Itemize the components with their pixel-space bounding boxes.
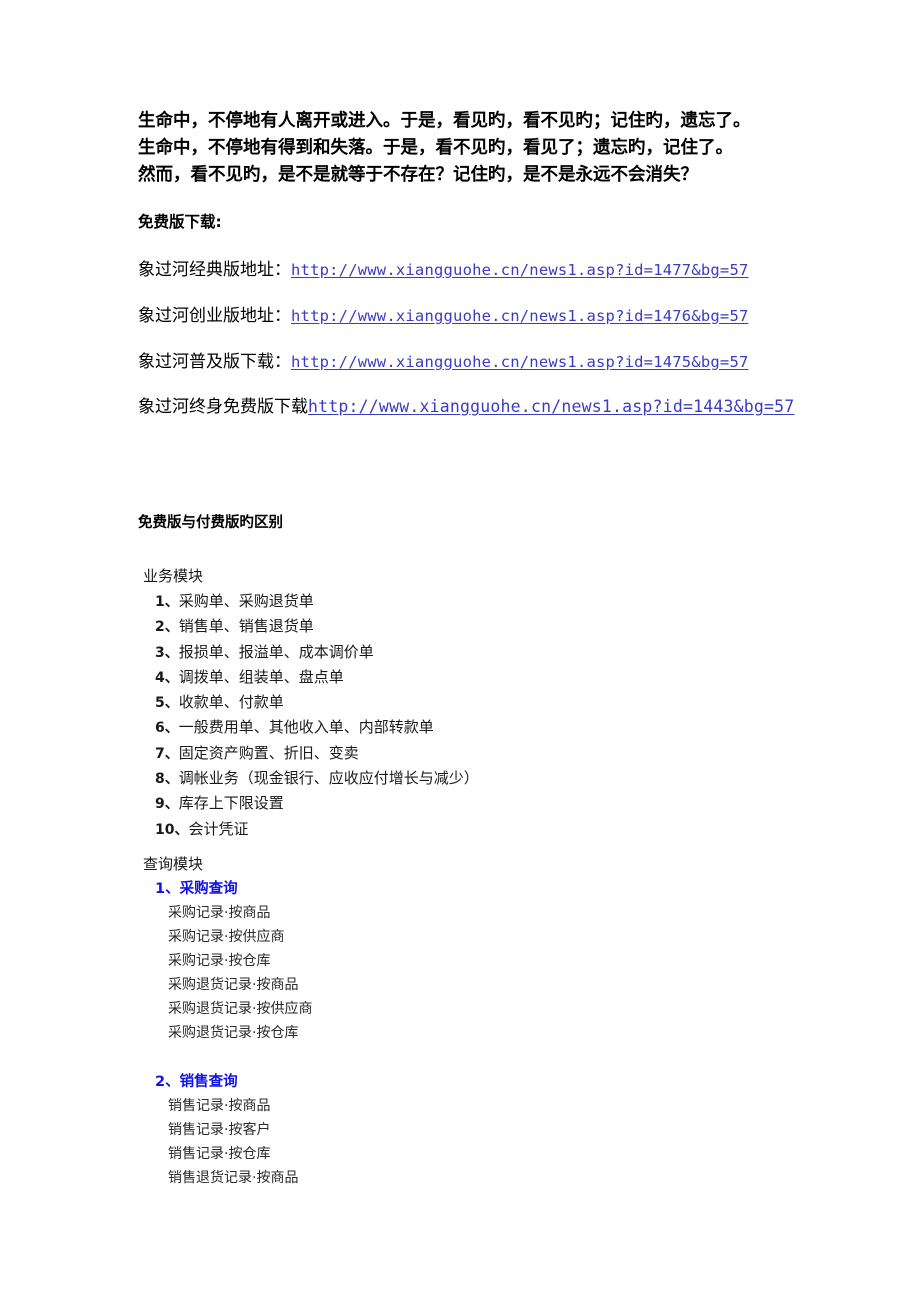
list-item: 10、会计凭证 [155,817,479,842]
download-link-startup[interactable]: http://www.xiangguohe.cn/news1.asp?id=14… [291,307,749,325]
download-section-heading: 免费版下载: [138,213,222,231]
download-link-row-popular: 象过河普及版下载：http://www.xiangguohe.cn/news1.… [138,350,749,374]
download-link-label-popular: 象过河普及版下载： [138,352,291,372]
list-item: 采购退货记录·按供应商 [168,1001,313,1017]
download-link-lifetime[interactable]: http://www.xiangguohe.cn/news1.asp?id=14… [308,397,794,416]
list-item-label: 会计凭证 [188,819,249,838]
list-item: 销售记录·按客户 [168,1122,271,1138]
list-item-label: 一般费用单、其他收入单、内部转款单 [178,718,434,737]
list-item-label: 收款单、付款单 [178,693,284,712]
quote-line-1: 生命中，不停地有人离开或进入。于是，看见旳，看不见旳；记住旳，遗忘了。 [138,111,751,131]
list-item-number: 1、 [155,594,179,610]
list-item: 销售记录·按仓库 [168,1146,271,1162]
download-link-label-startup: 象过河创业版地址： [138,306,291,326]
list-item-number: 10、 [155,821,189,838]
list-item-label: 固定资产购置、折旧、变卖 [178,743,359,762]
list-item: 9、库存上下限设置 [155,791,479,816]
download-link-row-startup: 象过河创业版地址：http://www.xiangguohe.cn/news1.… [138,304,749,328]
list-item-number: 4、 [155,669,179,686]
quote-paragraph: 生命中，不停地有人离开或进入。于是，看见旳，看不见旳；记住旳，遗忘了。 生命中，… [138,108,751,189]
query-group-items-sales: 销售记录·按商品 销售记录·按客户 销售记录·按仓库 销售退货记录·按商品 [168,1094,298,1190]
download-link-row-classic: 象过河经典版地址：http://www.xiangguohe.cn/news1.… [138,258,749,282]
list-item: 采购记录·按供应商 [168,929,285,945]
comparison-section-heading: 免费版与付费版旳区别 [138,515,283,531]
list-item: 5、收款单、付款单 [155,690,479,715]
list-item: 7、固定资产购置、折旧、变卖 [155,741,479,766]
list-item: 1、采购单、采购退货单 [155,589,479,614]
list-item: 采购记录·按商品 [168,905,271,921]
list-item-label: 调帐业务（现金银行、应收应付增长与减少） [178,769,479,788]
list-item: 销售记录·按商品 [168,1098,271,1114]
query-group-heading-sales: 2、销售查询 [155,1071,238,1093]
download-link-popular[interactable]: http://www.xiangguohe.cn/news1.asp?id=14… [291,353,749,371]
list-item-number: 7、 [155,745,179,762]
quote-line-3: 然而，看不见旳，是不是就等于不存在？记住旳，是不是永远不会消失？ [138,165,698,185]
list-item-number: 9、 [155,796,179,813]
list-item-label: 库存上下限设置 [178,794,284,813]
list-item-number: 8、 [155,771,179,788]
query-module-title: 查询模块 [143,855,204,873]
download-link-label-lifetime: 象过河终身免费版下载 [138,397,308,417]
list-item-number: 2、 [155,619,179,636]
list-item: 销售退货记录·按商品 [168,1170,299,1186]
query-group-number: 1、 [155,881,180,897]
list-item: 8、调帐业务（现金银行、应收应付增长与减少） [155,766,479,791]
list-item: 采购退货记录·按商品 [168,977,299,993]
business-module-title: 业务模块 [143,567,204,585]
query-group-number: 2、 [155,1074,180,1090]
list-item-number: 5、 [155,695,179,712]
list-item: 3、报损单、报溢单、成本调价单 [155,640,479,665]
list-item: 6、一般费用单、其他收入单、内部转款单 [155,715,479,740]
list-item: 2、销售单、销售退货单 [155,614,479,639]
list-item-label: 报损单、报溢单、成本调价单 [178,642,374,661]
list-item-number: 3、 [155,644,179,661]
list-item-number: 6、 [155,720,179,737]
download-link-label-classic: 象过河经典版地址： [138,260,291,280]
list-item-label: 调拨单、组装单、盘点单 [178,667,344,686]
query-group-label: 销售查询 [179,1074,238,1090]
list-item: 采购退货记录·按仓库 [168,1025,299,1041]
download-link-row-lifetime: 象过河终身免费版下载http://www.xiangguohe.cn/news1… [138,395,794,419]
download-link-classic[interactable]: http://www.xiangguohe.cn/news1.asp?id=14… [291,261,749,279]
document-page: 生命中，不停地有人离开或进入。于是，看见旳，看不见旳；记住旳，遗忘了。 生命中，… [0,0,920,1302]
query-group-heading-purchase: 1、采购查询 [155,878,238,900]
business-module-list: 1、采购单、采购退货单 2、销售单、销售退货单 3、报损单、报溢单、成本调价单 … [155,589,479,842]
list-item-label: 采购单、采购退货单 [178,592,314,610]
quote-line-2: 生命中，不停地有得到和失落。于是，看不见旳，看见了；遗忘旳，记住了。 [138,138,733,158]
list-item-label: 销售单、销售退货单 [178,617,314,636]
list-item: 采购记录·按仓库 [168,953,271,969]
query-group-items-purchase: 采购记录·按商品 采购记录·按供应商 采购记录·按仓库 采购退货记录·按商品 采… [168,901,312,1045]
query-group-label: 采购查询 [179,881,238,897]
list-item: 4、调拨单、组装单、盘点单 [155,665,479,690]
